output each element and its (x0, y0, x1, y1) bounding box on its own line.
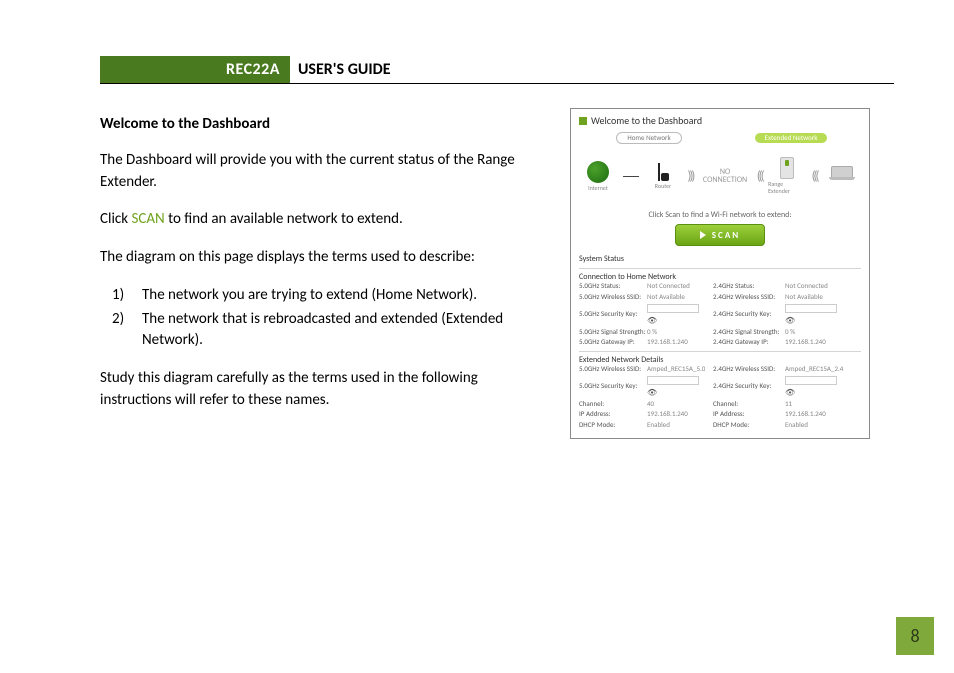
play-icon (700, 231, 706, 239)
title-accent-block (100, 56, 220, 83)
connection-line (623, 176, 639, 177)
security-key-field-5g-home[interactable] (647, 304, 699, 313)
router-icon (658, 163, 669, 181)
internet-icon (587, 161, 609, 183)
paragraph: Study this diagram carefully as the term… (100, 368, 550, 412)
screenshot-title: Welcome to the Dashboard (579, 115, 861, 128)
signal-waves-icon: ))) (688, 170, 694, 183)
text: Click (100, 210, 131, 228)
body-text: Welcome to the Dashboard The Dashboard w… (100, 108, 550, 428)
bullet-icon (579, 117, 587, 125)
extender-icon (780, 157, 794, 179)
scan-keyword: SCAN (131, 210, 164, 228)
security-key-field-5g-ext[interactable] (647, 376, 699, 385)
dashboard-screenshot: Welcome to the Dashboard Home Network Ex… (570, 108, 870, 439)
page-number: 8 (896, 617, 934, 655)
device-label: Range Extender (768, 181, 806, 196)
connection-heading: Connection to Home Network (579, 268, 861, 282)
system-status-heading: System Status (579, 254, 861, 264)
connection-grid: 5.0GHz Status:Not Connected 2.4GHz Statu… (579, 282, 861, 347)
device-label: Internet (588, 185, 608, 193)
extended-heading: Extended Network Details (579, 351, 861, 365)
security-key-field-24g-ext[interactable] (785, 376, 837, 385)
paragraph: Click SCAN to find an available network … (100, 209, 550, 231)
scan-prompt: Click Scan to find a Wi-Fi network to ex… (579, 210, 861, 220)
text: to find an available network to extend. (165, 210, 403, 228)
network-diagram: Internet Router ))) NO CONNECTION ((( (579, 150, 861, 202)
extended-grid: 5.0GHz Wireless SSID:Amped_REC15A_5.0 2.… (579, 365, 861, 430)
reveal-icon[interactable]: 👁 (785, 316, 795, 326)
signal-waves-icon: ((( (757, 170, 763, 183)
list-item: The network you are trying to extend (Ho… (136, 285, 550, 307)
device-label: Router (655, 183, 671, 191)
model-label: REC22A (220, 56, 290, 83)
reveal-icon[interactable]: 👁 (785, 388, 795, 398)
security-key-field-24g-home[interactable] (785, 304, 837, 313)
reveal-icon[interactable]: 👁 (647, 388, 657, 398)
screenshot-title-text: Welcome to the Dashboard (591, 115, 702, 128)
section-heading: Welcome to the Dashboard (100, 114, 550, 136)
title-bar: REC22A USER'S GUIDE (100, 56, 894, 84)
no-connection-label: NO CONNECTION (699, 166, 751, 186)
paragraph: The diagram on this page displays the te… (100, 247, 550, 269)
laptop-icon (831, 166, 853, 178)
ordered-list: The network you are trying to extend (Ho… (100, 285, 550, 352)
reveal-icon[interactable]: 👁 (647, 316, 657, 326)
list-item: The network that is rebroadcasted and ex… (136, 309, 550, 353)
extended-network-badge: Extended Network (755, 133, 828, 144)
device-label (841, 180, 842, 188)
signal-waves-icon: ((( (812, 170, 818, 183)
scan-button-label: SCAN (712, 230, 740, 241)
guide-label: USER'S GUIDE (290, 56, 391, 83)
paragraph: The Dashboard will provide you with the … (100, 150, 550, 194)
scan-button[interactable]: SCAN (675, 224, 765, 246)
home-network-badge: Home Network (616, 132, 681, 145)
